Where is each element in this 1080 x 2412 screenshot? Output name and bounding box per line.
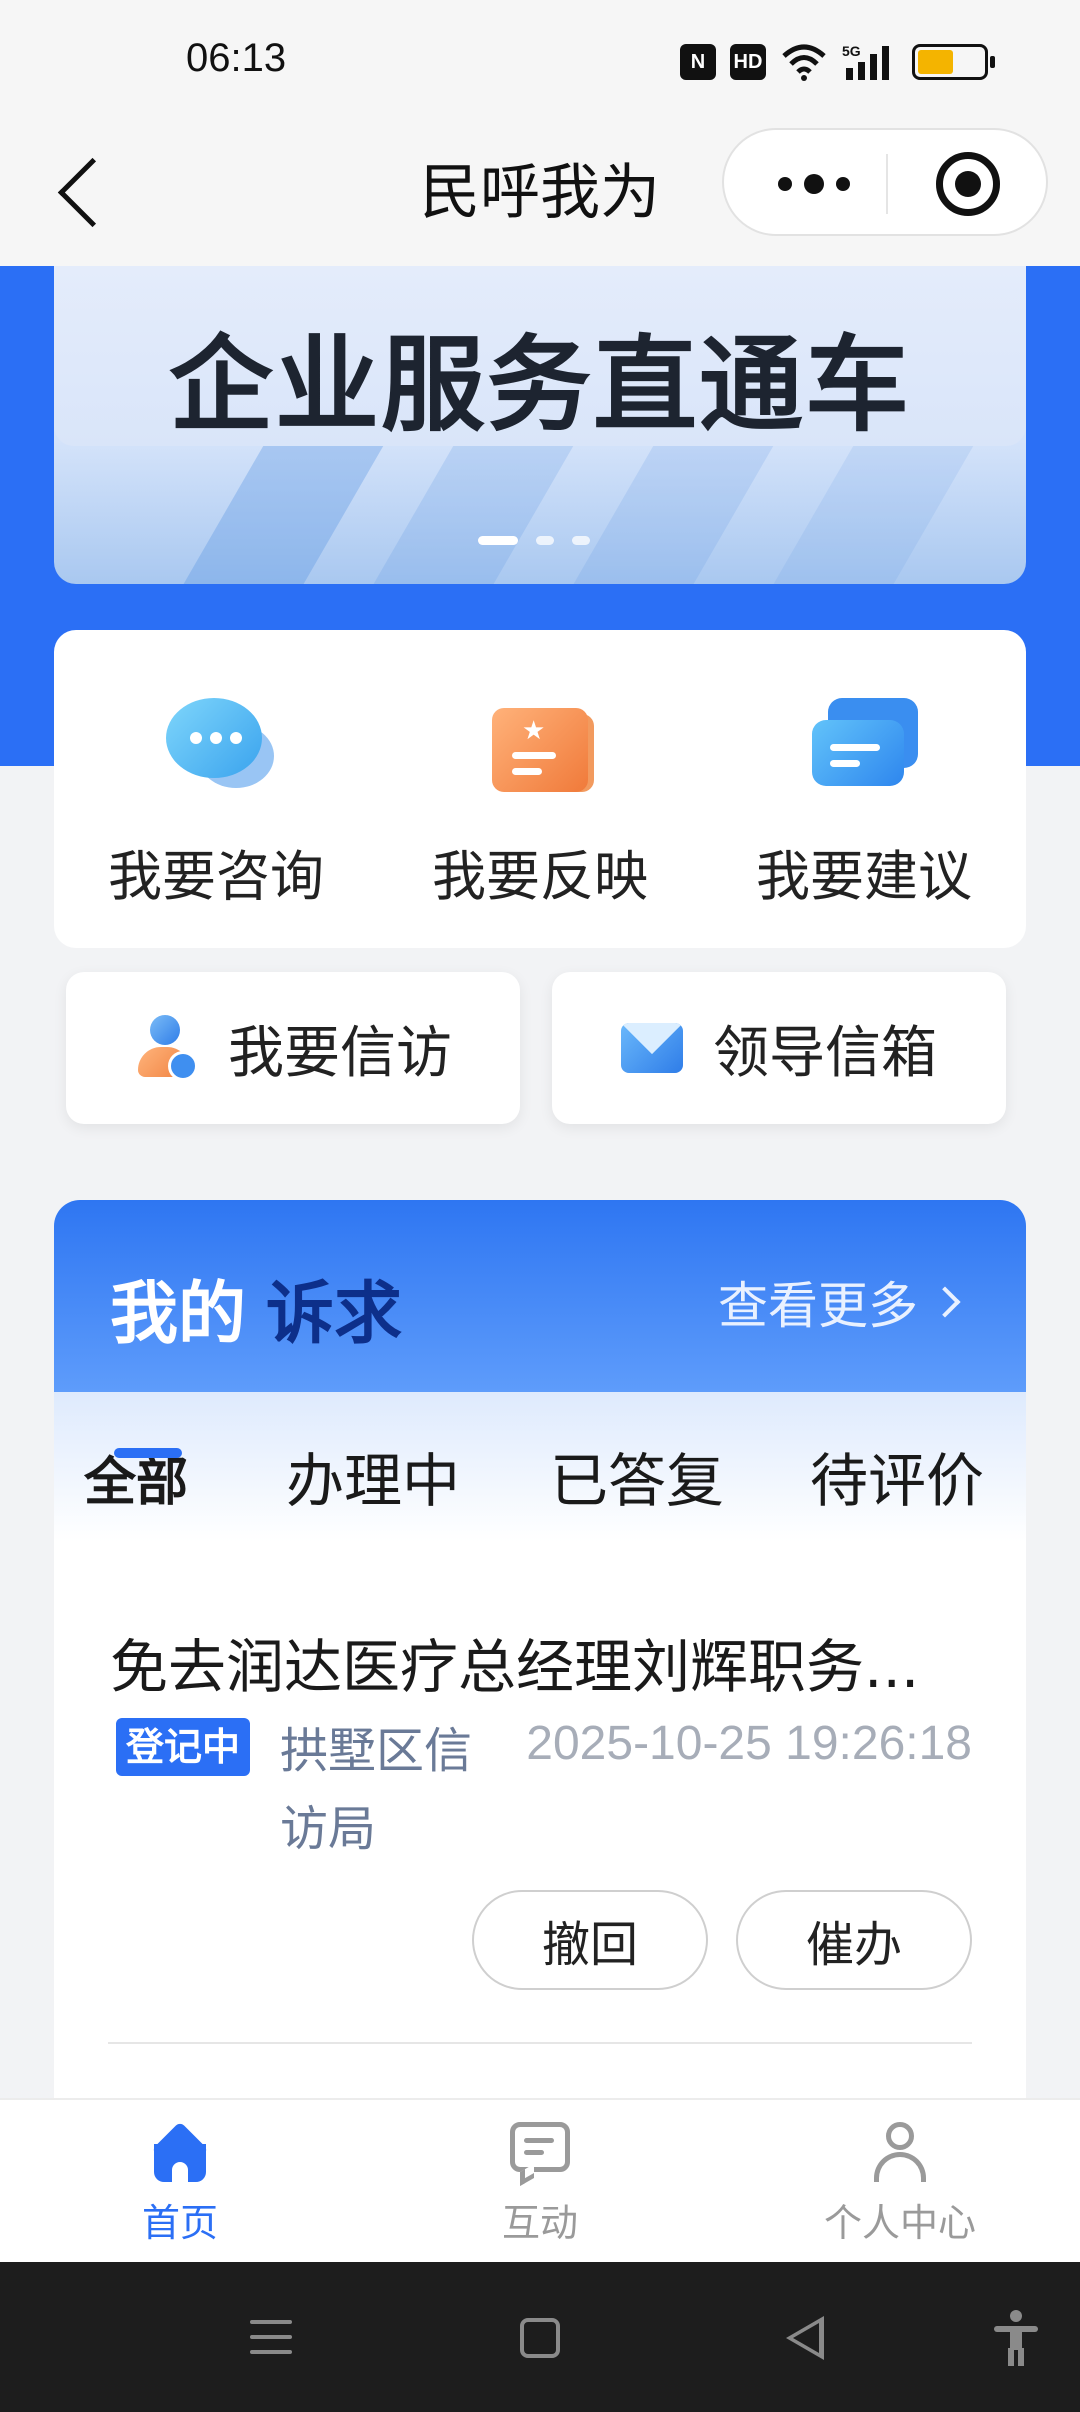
wifi-icon xyxy=(782,44,826,81)
service-label: 我要建议 xyxy=(756,845,972,908)
carousel-indicator xyxy=(478,536,590,545)
appeal-time: 2025-10-25 19:26:18 xyxy=(526,1717,972,1770)
system-nav-bar xyxy=(0,2262,1080,2412)
nfc-icon: N xyxy=(680,44,716,80)
user-icon xyxy=(868,2122,932,2182)
mail-icon xyxy=(621,1023,683,1073)
accessibility-icon[interactable] xyxy=(994,2310,1038,2366)
tab-replied[interactable]: 已答复 xyxy=(550,1434,724,1518)
appeal-tabs: 全部 办理中 已答复 待评价 xyxy=(54,1392,1026,1542)
svg-text:5G: 5G xyxy=(842,43,861,59)
bottom-nav: 首页 互动 个人中心 xyxy=(0,2098,1080,2262)
back-triangle-icon[interactable] xyxy=(786,2316,824,2360)
chevron-right-icon xyxy=(929,1286,961,1318)
appeal-department: 拱墅区信访局 xyxy=(280,1723,473,1857)
message-card-icon xyxy=(808,694,920,794)
quick-action-label: 领导信箱 xyxy=(713,1020,937,1086)
capsule-divider xyxy=(886,154,888,214)
my-appeals-card: 我的 诉求 查看更多 全部 办理中 已答复 待评价 免去润达医疗总经理刘辉职务..… xyxy=(54,1200,1026,2100)
list-divider xyxy=(108,2042,972,2044)
title-bar: 民呼我为 xyxy=(0,124,1080,266)
carousel-dot xyxy=(536,536,554,545)
appeals-title-prefix: 我的 xyxy=(110,1275,247,1354)
battery-icon xyxy=(912,44,995,80)
banner-text: 企业服务直通车 xyxy=(168,323,911,446)
carousel-dot xyxy=(572,536,590,545)
nav-home[interactable]: 首页 xyxy=(70,2116,290,2247)
appeals-header: 我的 诉求 查看更多 xyxy=(54,1200,1026,1392)
service-report[interactable]: ★ 我要反映 xyxy=(378,630,702,948)
status-icons: N HD 5G xyxy=(680,40,995,84)
status-time: 06:13 xyxy=(186,36,287,80)
status-badge: 登记中 xyxy=(116,1718,251,1776)
recent-apps-icon[interactable] xyxy=(250,2320,292,2354)
battery-fill xyxy=(918,50,954,74)
banner-decoration xyxy=(773,444,975,584)
nav-label: 个人中心 xyxy=(823,2201,976,2245)
banner-decoration xyxy=(373,444,575,584)
service-suggest[interactable]: 我要建议 xyxy=(702,630,1026,948)
miniapp-capsule xyxy=(722,128,1048,236)
home-square-icon[interactable] xyxy=(520,2318,560,2358)
dot-icon xyxy=(804,174,824,194)
nav-label: 首页 xyxy=(141,2201,218,2245)
banner-decoration xyxy=(573,444,775,584)
carousel-dot xyxy=(478,536,518,545)
service-label: 我要咨询 xyxy=(108,845,324,908)
banner-decoration xyxy=(183,444,385,584)
active-tab-indicator xyxy=(114,1448,182,1458)
nav-label: 互动 xyxy=(501,2201,578,2245)
document-icon: ★ xyxy=(484,694,596,794)
chat-icon xyxy=(508,2122,572,2187)
status-bar: 06:13 N HD 5G xyxy=(0,0,1080,124)
person-check-icon xyxy=(134,1015,198,1081)
banner-carousel[interactable]: 企业服务直通车 xyxy=(54,266,1026,584)
service-label: 我要反映 xyxy=(432,845,648,908)
appeals-title-emphasis: 诉求 xyxy=(266,1275,403,1354)
nav-profile[interactable]: 个人中心 xyxy=(790,2116,1010,2247)
view-more-label: 查看更多 xyxy=(718,1277,918,1335)
tab-to-evaluate[interactable]: 待评价 xyxy=(810,1434,984,1518)
appeal-item-title[interactable]: 免去润达医疗总经理刘辉职务... xyxy=(110,1620,970,1704)
view-more-link[interactable]: 查看更多 xyxy=(718,1266,961,1338)
leader-mailbox-button[interactable]: 领导信箱 xyxy=(552,972,1006,1124)
chat-bubble-icon xyxy=(160,694,274,794)
urge-button[interactable]: 催办 xyxy=(736,1890,972,1990)
dot-icon xyxy=(836,177,850,191)
service-card: 我要咨询 ★ 我要反映 我要建议 xyxy=(54,630,1026,948)
close-miniapp-button[interactable] xyxy=(936,152,1000,216)
tab-in-progress[interactable]: 办理中 xyxy=(286,1434,460,1518)
petition-button[interactable]: 我要信访 xyxy=(66,972,520,1124)
quick-action-label: 我要信访 xyxy=(228,1020,452,1086)
dot-icon xyxy=(778,177,792,191)
nav-interaction[interactable]: 互动 xyxy=(430,2116,650,2247)
hd-icon: HD xyxy=(730,44,766,80)
appeals-title: 我的 诉求 xyxy=(110,1258,402,1357)
more-menu-button[interactable] xyxy=(764,152,864,216)
home-icon xyxy=(148,2121,212,2182)
withdraw-button[interactable]: 撤回 xyxy=(472,1890,708,1990)
service-consult[interactable]: 我要咨询 xyxy=(54,630,378,948)
5g-signal-icon: 5G xyxy=(842,43,889,80)
